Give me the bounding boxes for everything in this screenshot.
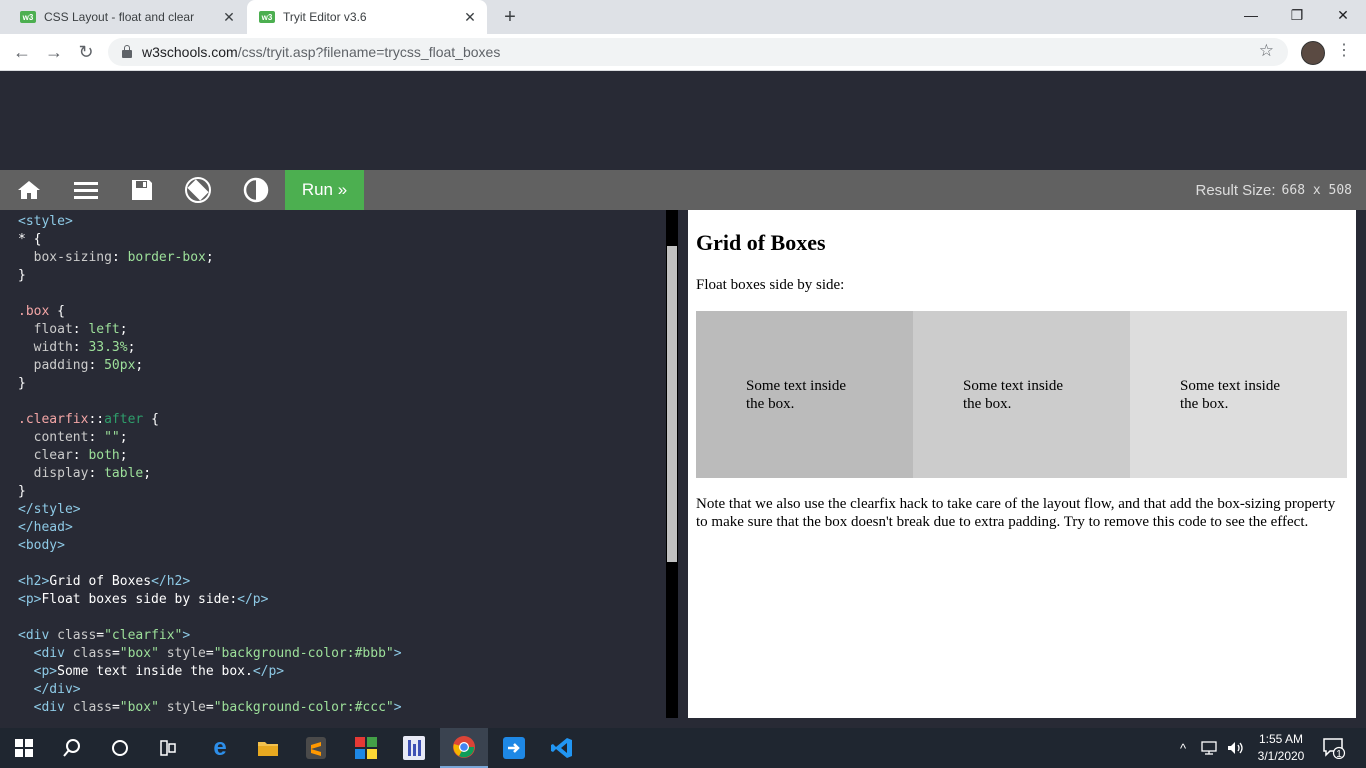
tray-chevron-icon[interactable]: ^ bbox=[1180, 728, 1186, 768]
grid-box: Some text inside the box. bbox=[1130, 311, 1347, 478]
w3schools-favicon: w3 bbox=[20, 11, 36, 23]
run-button[interactable]: Run » bbox=[285, 170, 364, 210]
result-size: Result Size: 668 x 508 bbox=[1196, 170, 1353, 210]
tryit-toolbar: Run » Result Size: 668 x 508 bbox=[0, 170, 1366, 210]
search-icon[interactable] bbox=[48, 728, 96, 768]
result-pane: Grid of Boxes Float boxes side by side: … bbox=[688, 210, 1356, 718]
notifications-icon[interactable]: 1 bbox=[1322, 728, 1346, 768]
box-text: Some text inside the box. bbox=[1180, 377, 1280, 412]
tab-tryit-editor[interactable]: w3 Tryit Editor v3.6 ✕ bbox=[247, 0, 487, 34]
volume-icon[interactable] bbox=[1226, 728, 1246, 768]
new-tab-button[interactable]: + bbox=[498, 6, 522, 29]
chrome-menu-icon[interactable]: ⋮ bbox=[1336, 40, 1352, 60]
browser-tabstrip: w3 CSS Layout - float and clear ✕ w3 Try… bbox=[0, 0, 1366, 34]
file-explorer-icon[interactable] bbox=[244, 728, 292, 768]
boxes-row: Some text inside the box. Some text insi… bbox=[696, 311, 1347, 478]
save-icon[interactable] bbox=[128, 170, 156, 210]
rotate-orientation-icon[interactable] bbox=[182, 170, 214, 210]
task-view-icon[interactable] bbox=[144, 728, 192, 768]
code-text: <style> * { box-sizing: border-box; } .b… bbox=[18, 214, 402, 715]
tab-css-layout[interactable]: w3 CSS Layout - float and clear ✕ bbox=[8, 0, 246, 34]
app-grid-icon[interactable] bbox=[342, 728, 390, 768]
editor-scrollbar-thumb[interactable] bbox=[667, 246, 677, 562]
browser-toolbar: ← → ↻ w3schools.com/css/tryit.asp?filena… bbox=[0, 34, 1366, 71]
w3schools-favicon: w3 bbox=[259, 11, 275, 23]
windows-taskbar: e ^ 1:55 AM 3/1/2020 1 bbox=[0, 728, 1366, 768]
grid-box: Some text inside the box. bbox=[913, 311, 1130, 478]
code-editor[interactable]: <style> * { box-sizing: border-box; } .b… bbox=[10, 210, 666, 718]
clock-date: 3/1/2020 bbox=[1257, 749, 1305, 763]
box-text: Some text inside the box. bbox=[746, 377, 846, 412]
maximize-button[interactable]: ❐ bbox=[1274, 0, 1320, 30]
tab-title: CSS Layout - float and clear bbox=[44, 10, 195, 24]
windows-start-icon[interactable] bbox=[0, 728, 48, 768]
network-icon[interactable] bbox=[1200, 728, 1220, 768]
lock-icon bbox=[122, 45, 132, 58]
result-heading: Grid of Boxes bbox=[696, 230, 826, 255]
result-note: Note that we also use the clearfix hack … bbox=[696, 496, 1336, 530]
tab-close-icon[interactable]: ✕ bbox=[218, 9, 240, 26]
clock-time: 1:55 AM bbox=[1258, 732, 1304, 746]
forward-arrow-icon[interactable]: → bbox=[42, 40, 66, 64]
tab-title: Tryit Editor v3.6 bbox=[283, 10, 367, 24]
tab-close-icon[interactable]: ✕ bbox=[459, 9, 481, 26]
menu-icon[interactable] bbox=[72, 170, 100, 210]
bookmark-star-icon[interactable]: ☆ bbox=[1259, 41, 1274, 61]
back-arrow-icon[interactable]: ← bbox=[10, 40, 34, 64]
paint-icon[interactable] bbox=[390, 728, 438, 768]
edge-icon[interactable]: e bbox=[196, 728, 244, 768]
home-icon[interactable] bbox=[14, 170, 44, 210]
reload-icon[interactable]: ↻ bbox=[74, 40, 98, 64]
remote-icon[interactable] bbox=[490, 728, 538, 768]
window-close-button[interactable]: ✕ bbox=[1320, 0, 1366, 30]
sublime-text-icon[interactable] bbox=[292, 728, 340, 768]
notification-count: 1 bbox=[1336, 749, 1342, 760]
url-host: w3schools.com bbox=[142, 44, 238, 60]
system-clock[interactable]: 1:55 AM 3/1/2020 bbox=[1248, 731, 1314, 765]
result-intro: Float boxes side by side: bbox=[696, 277, 845, 293]
cortana-icon[interactable] bbox=[96, 728, 144, 768]
pane-divider[interactable] bbox=[678, 210, 688, 718]
minimize-button[interactable]: — bbox=[1228, 0, 1274, 30]
theme-toggle-icon[interactable] bbox=[242, 170, 270, 210]
vscode-icon[interactable] bbox=[538, 728, 586, 768]
box-text: Some text inside the box. bbox=[963, 377, 1063, 412]
address-bar[interactable]: w3schools.com/css/tryit.asp?filename=try… bbox=[108, 38, 1288, 66]
result-size-value: 668 x 508 bbox=[1281, 182, 1352, 198]
url-path: /css/tryit.asp?filename=trycss_float_box… bbox=[237, 44, 501, 60]
chrome-icon[interactable] bbox=[440, 728, 488, 768]
grid-box: Some text inside the box. bbox=[696, 311, 913, 478]
profile-avatar[interactable] bbox=[1301, 41, 1325, 65]
ad-area bbox=[0, 71, 1366, 170]
result-size-label: Result Size: bbox=[1195, 181, 1276, 199]
